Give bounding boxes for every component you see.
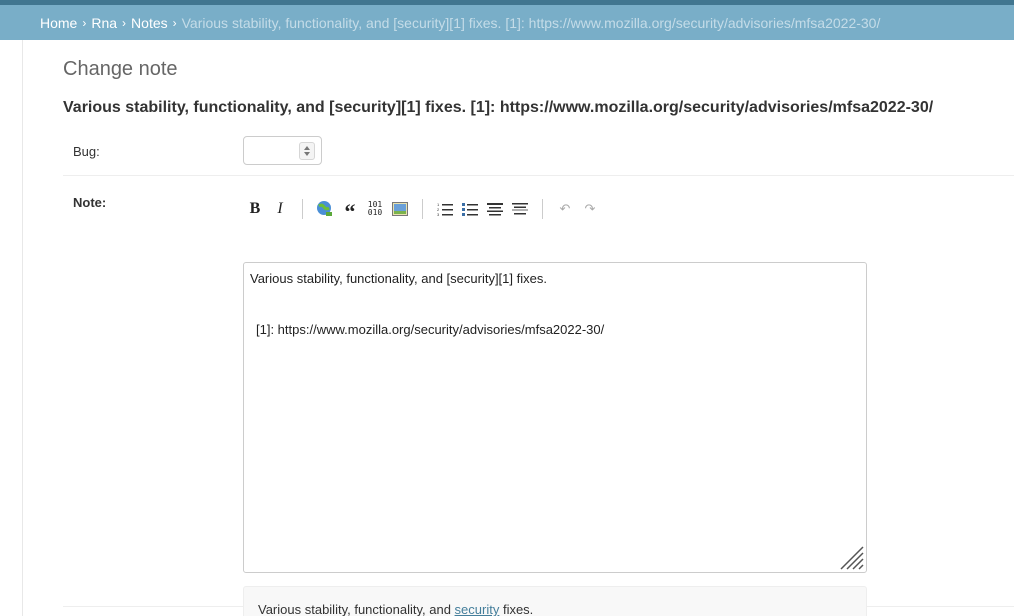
markdown-toolbar: B I “ 101 010 1 2 3 ↶ ↷ (245, 199, 605, 224)
main-content: Change note Various stability, functiona… (63, 40, 1014, 616)
preview-text: Various stability, functionality, and (258, 602, 455, 616)
code-icon[interactable]: 101 010 (365, 199, 385, 219)
note-textarea[interactable]: Various stability, functionality, and [s… (243, 262, 867, 573)
quote-glyph: “ (344, 199, 356, 224)
sidebar-divider (22, 40, 23, 616)
toolbar-divider (542, 199, 543, 219)
number-spinner-icon[interactable] (299, 142, 315, 160)
breadcrumb-separator: › (82, 15, 87, 30)
toolbar-divider (422, 199, 423, 219)
undo-icon[interactable]: ↶ (555, 199, 575, 219)
spinner-down-icon[interactable] (304, 152, 310, 156)
note-text-line: [1]: https://www.mozilla.org/security/ad… (256, 322, 605, 337)
breadcrumb-app-link[interactable]: Rna (91, 15, 117, 31)
bug-field-row: Bug: (63, 128, 1014, 176)
italic-icon[interactable]: I (270, 199, 290, 219)
unordered-list-icon[interactable] (460, 199, 480, 219)
resize-handle-icon[interactable] (839, 545, 865, 571)
breadcrumb-current: Various stability, functionality, and [s… (181, 14, 881, 31)
horizontal-rule-icon[interactable] (510, 199, 530, 219)
breadcrumb-model-link[interactable]: Notes (131, 15, 168, 31)
redo-icon[interactable]: ↷ (580, 199, 600, 219)
bug-number-input[interactable] (243, 136, 322, 165)
breadcrumb-separator: › (172, 15, 177, 30)
svg-text:3: 3 (437, 212, 440, 216)
page-title: Change note (63, 58, 178, 80)
quote-icon[interactable]: “ (340, 199, 360, 224)
preview-text: fixes. (499, 602, 534, 616)
object-title: Various stability, functionality, and [s… (63, 99, 934, 116)
note-field-row: Note: B I “ 101 010 1 2 3 ↶ ↷ Various st… (63, 177, 1014, 616)
note-text-line: Various stability, functionality, and [s… (250, 271, 547, 286)
breadcrumb: Home › Rna › Notes › Various stability, … (0, 5, 1014, 40)
code-glyph: 101 010 (367, 200, 383, 217)
breadcrumb-separator: › (122, 15, 127, 30)
link-icon[interactable] (315, 199, 335, 219)
breadcrumb-home-link[interactable]: Home (40, 15, 77, 31)
note-label: Note: (73, 195, 107, 210)
heading-icon[interactable] (485, 199, 505, 219)
bug-label: Bug: (73, 144, 100, 159)
bold-icon[interactable]: B (245, 199, 265, 219)
spinner-up-icon[interactable] (304, 146, 310, 150)
markdown-preview: Various stability, functionality, and se… (243, 586, 867, 616)
toolbar-divider (302, 199, 303, 219)
preview-security-link[interactable]: security (455, 602, 500, 616)
ordered-list-icon[interactable]: 1 2 3 (435, 199, 455, 219)
image-icon[interactable] (390, 199, 410, 219)
